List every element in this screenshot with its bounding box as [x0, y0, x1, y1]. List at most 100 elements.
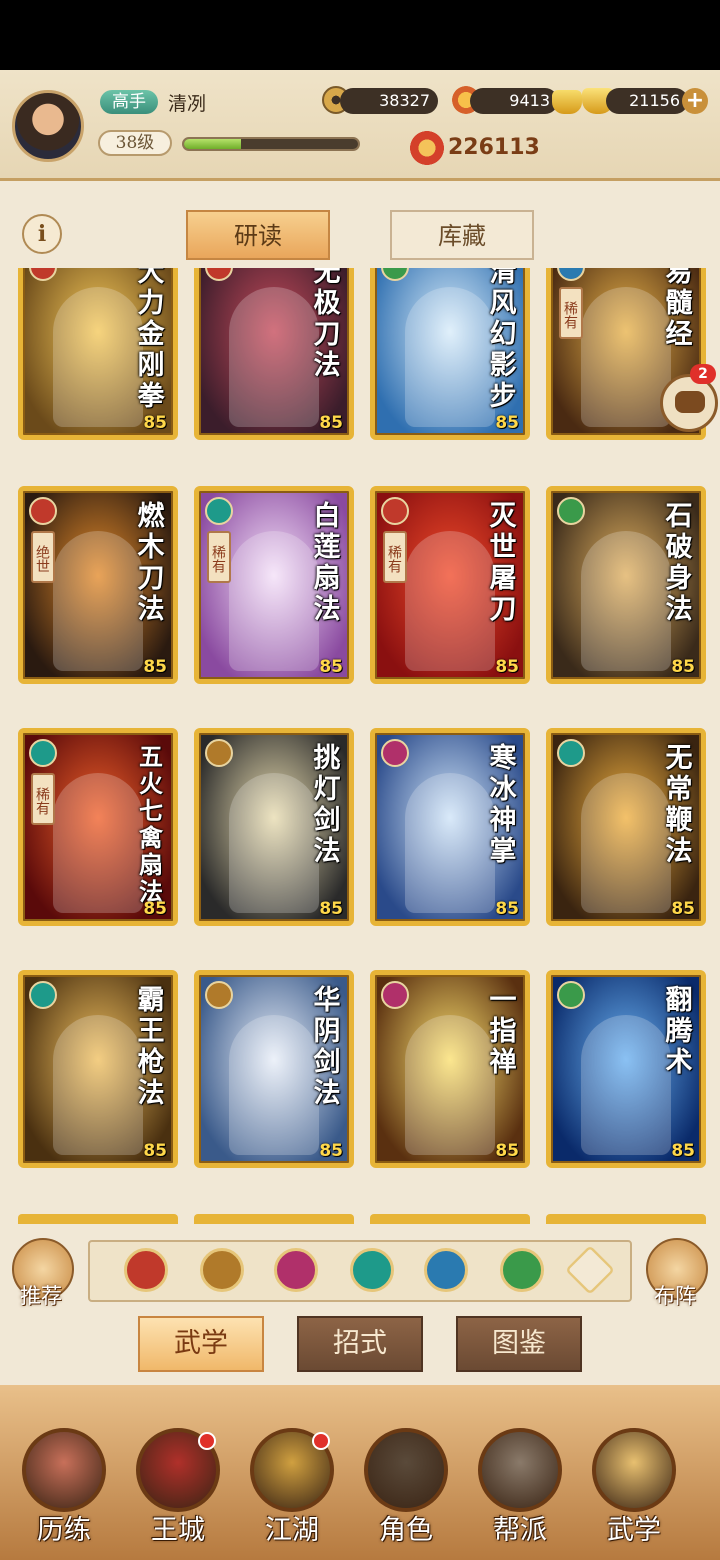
nav-item[interactable]: 历练	[10, 1418, 118, 1558]
skill-level: 85	[143, 413, 167, 433]
skill-level: 85	[671, 899, 695, 919]
skill-type-icon	[381, 268, 409, 281]
exp-bar	[182, 137, 360, 151]
skill-name: 易髓经	[665, 268, 693, 350]
skill-card[interactable]: 稀有 灭世屠刀 85	[370, 486, 530, 684]
skill-name: 无常鞭法	[665, 743, 693, 867]
skill-card[interactable]: 清风幻影步 85	[370, 268, 530, 440]
nav-item[interactable]: 江湖	[238, 1418, 346, 1558]
skill-type-icon	[205, 981, 233, 1009]
character-art	[405, 773, 495, 913]
token-value: 9413	[470, 88, 558, 114]
nav-label: 江湖	[265, 1515, 319, 1546]
rarity-tag: 稀有	[31, 773, 55, 825]
skill-card[interactable]: 无常鞭法 85	[546, 728, 706, 926]
skill-type-icon	[29, 739, 57, 767]
character-art	[581, 1015, 671, 1155]
skill-name: 寒冰神掌	[489, 743, 517, 867]
skill-type-icon	[29, 268, 57, 281]
nav-item[interactable]: 王城	[124, 1418, 232, 1558]
player-rank-badge: 高手	[100, 90, 158, 114]
taiji-filter-icon[interactable]	[424, 1248, 468, 1292]
skill-card[interactable]: 稀有 白莲扇法 85	[194, 486, 354, 684]
skill-type-icon	[205, 739, 233, 767]
tab-collection[interactable]: 库藏	[390, 210, 534, 260]
subtab-martial[interactable]: 武学	[138, 1316, 264, 1372]
skill-level: 85	[319, 413, 343, 433]
fist-filter-icon[interactable]	[274, 1248, 318, 1292]
skill-type-icon	[381, 739, 409, 767]
nav-item[interactable]: 武学	[580, 1418, 688, 1558]
player-avatar[interactable]	[12, 90, 84, 162]
nav-icon	[478, 1428, 562, 1512]
skill-card[interactable]: 绝世 燃木刀法 85	[18, 486, 178, 684]
add-currency-icon[interactable]: +	[682, 88, 708, 114]
card-peek	[546, 1214, 706, 1224]
skill-card[interactable]: 霸王枪法 85	[18, 970, 178, 1168]
card-peek	[370, 1214, 530, 1224]
nav-icon	[364, 1428, 448, 1512]
player-name: 清冽	[168, 93, 207, 115]
skill-type-icon	[205, 497, 233, 525]
skill-name: 挑灯剑法	[313, 743, 341, 867]
nav-icon	[592, 1428, 676, 1512]
fan-filter-icon[interactable]	[350, 1248, 394, 1292]
skill-card[interactable]: 大力金刚拳 85	[18, 268, 178, 440]
character-art	[581, 287, 671, 427]
step-filter-icon[interactable]	[500, 1248, 544, 1292]
nav-label: 帮派	[493, 1515, 547, 1546]
skill-card[interactable]: 挑灯剑法 85	[194, 728, 354, 926]
nav-item[interactable]: 帮派	[466, 1418, 574, 1558]
skill-level: 85	[495, 899, 519, 919]
card-peek	[18, 1214, 178, 1224]
subtab-moves[interactable]: 招式	[297, 1316, 423, 1372]
skill-name: 燃木刀法	[137, 501, 165, 625]
skill-name: 石破身法	[665, 501, 693, 625]
power-value: 226113	[448, 135, 540, 160]
skill-card[interactable]: 翻腾术 85	[546, 970, 706, 1168]
skill-name: 白莲扇法	[313, 501, 341, 625]
sword-filter-icon[interactable]	[200, 1248, 244, 1292]
recommend-label: 推荐	[20, 1284, 62, 1308]
character-art	[53, 1015, 143, 1155]
skill-level: 85	[319, 657, 343, 677]
skill-level: 85	[671, 1141, 695, 1161]
skill-type-icon	[557, 268, 585, 281]
rarity-tag: 稀有	[207, 531, 231, 583]
skill-type-icon	[557, 497, 585, 525]
nav-item[interactable]: 角色	[352, 1418, 460, 1558]
skill-card[interactable]: 无极刀法 85	[194, 268, 354, 440]
subtab-codex[interactable]: 图鉴	[456, 1316, 582, 1372]
character-art	[229, 531, 319, 671]
nav-label: 武学	[607, 1515, 661, 1546]
tab-study[interactable]: 研读	[186, 210, 330, 260]
skill-level: 85	[495, 413, 519, 433]
formation-label: 布阵	[654, 1284, 696, 1308]
character-art	[405, 531, 495, 671]
character-art	[53, 531, 143, 671]
coin-value: 38327	[340, 88, 438, 114]
skill-card[interactable]: 石破身法 85	[546, 486, 706, 684]
skill-level: 85	[143, 899, 167, 919]
skill-level: 85	[143, 1141, 167, 1161]
skill-card[interactable]: 寒冰神掌 85	[370, 728, 530, 926]
blade-filter-icon[interactable]	[124, 1248, 168, 1292]
rarity-tag: 稀有	[383, 531, 407, 583]
skill-card[interactable]: 稀有 五火七禽扇法 85	[18, 728, 178, 926]
skill-type-icon	[557, 981, 585, 1009]
character-art	[229, 773, 319, 913]
skill-card[interactable]: 华阴剑法 85	[194, 970, 354, 1168]
nav-label: 王城	[151, 1515, 205, 1546]
ingot-icon	[552, 90, 582, 114]
skill-card[interactable]: 一指禅 85	[370, 970, 530, 1168]
character-art	[53, 287, 143, 427]
card-peek	[194, 1214, 354, 1224]
skill-name: 一指禅	[489, 985, 517, 1078]
skill-type-icon	[29, 981, 57, 1009]
skill-name: 霸王枪法	[137, 985, 165, 1109]
status-bar	[0, 0, 720, 70]
skill-card-grid: 大力金刚拳85无极刀法85清风幻影步85稀有易髓经85绝世燃木刀法85稀有白莲扇…	[0, 268, 720, 1218]
info-button[interactable]: i	[22, 214, 62, 254]
exp-bar-fill	[184, 139, 242, 149]
rarity-tag: 稀有	[559, 287, 583, 339]
